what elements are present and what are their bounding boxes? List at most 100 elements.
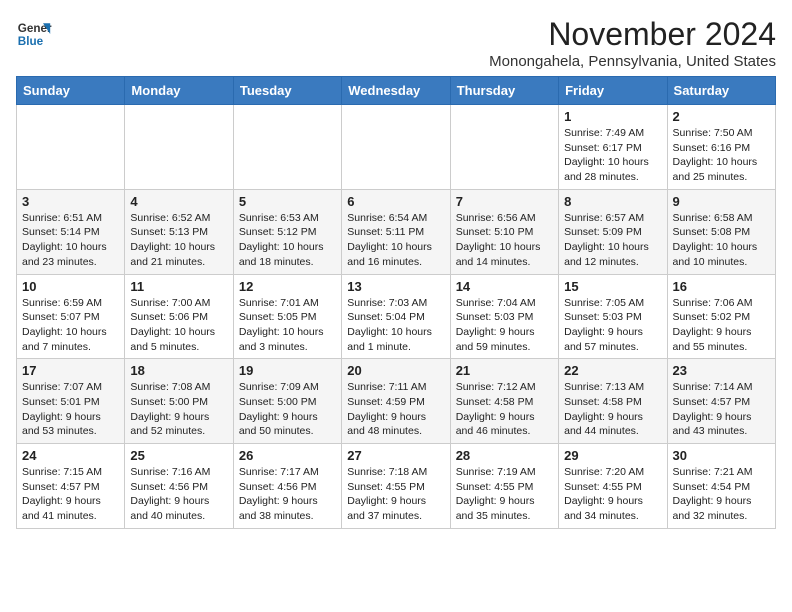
day-number: 21 [456,363,553,378]
day-number: 28 [456,448,553,463]
day-info: Sunrise: 7:12 AM Sunset: 4:58 PM Dayligh… [456,380,553,439]
day-info: Sunrise: 7:16 AM Sunset: 4:56 PM Dayligh… [130,465,227,524]
header-tuesday: Tuesday [233,77,341,105]
day-info: Sunrise: 7:01 AM Sunset: 5:05 PM Dayligh… [239,296,336,355]
calendar-cell: 29 Sunrise: 7:20 AM Sunset: 4:55 PM Dayli… [559,444,667,529]
location-title: Monongahela, Pennsylvania, United States [489,53,776,70]
calendar-cell: 18 Sunrise: 7:08 AM Sunset: 5:00 PM Dayli… [125,359,233,444]
day-info: Sunrise: 6:58 AM Sunset: 5:08 PM Dayligh… [673,211,770,270]
calendar-cell: 7 Sunrise: 6:56 AM Sunset: 5:10 PM Daylig… [450,189,558,274]
calendar-cell: 16 Sunrise: 7:06 AM Sunset: 5:02 PM Dayli… [667,274,775,359]
calendar-cell: 5 Sunrise: 6:53 AM Sunset: 5:12 PM Daylig… [233,189,341,274]
calendar-cell: 21 Sunrise: 7:12 AM Sunset: 4:58 PM Dayli… [450,359,558,444]
month-title: November 2024 [489,16,776,53]
day-number: 12 [239,279,336,294]
day-number: 17 [22,363,119,378]
calendar-table: SundayMondayTuesdayWednesdayThursdayFrid… [16,76,776,529]
day-info: Sunrise: 7:06 AM Sunset: 5:02 PM Dayligh… [673,296,770,355]
day-number: 8 [564,194,661,209]
day-info: Sunrise: 7:04 AM Sunset: 5:03 PM Dayligh… [456,296,553,355]
day-info: Sunrise: 7:08 AM Sunset: 5:00 PM Dayligh… [130,380,227,439]
calendar-week-row: 17 Sunrise: 7:07 AM Sunset: 5:01 PM Dayli… [17,359,776,444]
day-info: Sunrise: 7:20 AM Sunset: 4:55 PM Dayligh… [564,465,661,524]
day-number: 1 [564,109,661,124]
day-number: 30 [673,448,770,463]
day-number: 24 [22,448,119,463]
day-number: 9 [673,194,770,209]
header-sunday: Sunday [17,77,125,105]
day-info: Sunrise: 6:57 AM Sunset: 5:09 PM Dayligh… [564,211,661,270]
day-info: Sunrise: 6:54 AM Sunset: 5:11 PM Dayligh… [347,211,444,270]
calendar-cell: 26 Sunrise: 7:17 AM Sunset: 4:56 PM Dayli… [233,444,341,529]
day-info: Sunrise: 7:05 AM Sunset: 5:03 PM Dayligh… [564,296,661,355]
day-info: Sunrise: 7:14 AM Sunset: 4:57 PM Dayligh… [673,380,770,439]
day-number: 27 [347,448,444,463]
day-info: Sunrise: 7:13 AM Sunset: 4:58 PM Dayligh… [564,380,661,439]
day-info: Sunrise: 7:15 AM Sunset: 4:57 PM Dayligh… [22,465,119,524]
day-info: Sunrise: 6:52 AM Sunset: 5:13 PM Dayligh… [130,211,227,270]
header-monday: Monday [125,77,233,105]
day-info: Sunrise: 6:59 AM Sunset: 5:07 PM Dayligh… [22,296,119,355]
header-friday: Friday [559,77,667,105]
calendar-cell [450,105,558,190]
calendar-cell: 1Sunrise: 7:49 AM Sunset: 6:17 PM Daylig… [559,105,667,190]
day-number: 20 [347,363,444,378]
day-number: 5 [239,194,336,209]
calendar-cell [17,105,125,190]
day-number: 26 [239,448,336,463]
header: General Blue November 2024 Monongahela, … [16,16,776,70]
day-number: 16 [673,279,770,294]
calendar-cell: 23 Sunrise: 7:14 AM Sunset: 4:57 PM Dayli… [667,359,775,444]
day-number: 23 [673,363,770,378]
day-info: Sunrise: 7:03 AM Sunset: 5:04 PM Dayligh… [347,296,444,355]
calendar-cell: 11Sunrise: 7:00 AM Sunset: 5:06 PM Dayli… [125,274,233,359]
day-info: Sunrise: 7:18 AM Sunset: 4:55 PM Dayligh… [347,465,444,524]
calendar-cell: 24 Sunrise: 7:15 AM Sunset: 4:57 PM Dayli… [17,444,125,529]
calendar-cell: 13 Sunrise: 7:03 AM Sunset: 5:04 PM Dayli… [342,274,450,359]
calendar-week-row: 1Sunrise: 7:49 AM Sunset: 6:17 PM Daylig… [17,105,776,190]
day-info: Sunrise: 6:53 AM Sunset: 5:12 PM Dayligh… [239,211,336,270]
day-number: 3 [22,194,119,209]
header-thursday: Thursday [450,77,558,105]
day-number: 10 [22,279,119,294]
calendar-cell: 30 Sunrise: 7:21 AM Sunset: 4:54 PM Dayli… [667,444,775,529]
day-info: Sunrise: 7:21 AM Sunset: 4:54 PM Dayligh… [673,465,770,524]
day-number: 7 [456,194,553,209]
day-info: Sunrise: 6:56 AM Sunset: 5:10 PM Dayligh… [456,211,553,270]
calendar-cell [342,105,450,190]
calendar-cell: 17 Sunrise: 7:07 AM Sunset: 5:01 PM Dayli… [17,359,125,444]
title-block: November 2024 Monongahela, Pennsylvania,… [489,16,776,70]
day-number: 6 [347,194,444,209]
day-info: Sunrise: 7:09 AM Sunset: 5:00 PM Dayligh… [239,380,336,439]
day-number: 15 [564,279,661,294]
header-wednesday: Wednesday [342,77,450,105]
day-number: 29 [564,448,661,463]
svg-text:Blue: Blue [18,35,44,48]
day-info: Sunrise: 7:19 AM Sunset: 4:55 PM Dayligh… [456,465,553,524]
calendar-week-row: 24 Sunrise: 7:15 AM Sunset: 4:57 PM Dayli… [17,444,776,529]
day-number: 18 [130,363,227,378]
day-number: 2 [673,109,770,124]
calendar-cell: 19 Sunrise: 7:09 AM Sunset: 5:00 PM Dayli… [233,359,341,444]
day-number: 22 [564,363,661,378]
logo-icon: General Blue [16,16,52,52]
day-number: 19 [239,363,336,378]
calendar-cell: 25 Sunrise: 7:16 AM Sunset: 4:56 PM Dayli… [125,444,233,529]
calendar-cell: 15 Sunrise: 7:05 AM Sunset: 5:03 PM Dayli… [559,274,667,359]
calendar-week-row: 10 Sunrise: 6:59 AM Sunset: 5:07 PM Dayli… [17,274,776,359]
calendar-cell: 9 Sunrise: 6:58 AM Sunset: 5:08 PM Daylig… [667,189,775,274]
calendar-cell: 6 Sunrise: 6:54 AM Sunset: 5:11 PM Daylig… [342,189,450,274]
day-number: 4 [130,194,227,209]
calendar-cell: 10 Sunrise: 6:59 AM Sunset: 5:07 PM Dayli… [17,274,125,359]
day-info: Sunrise: 7:11 AM Sunset: 4:59 PM Dayligh… [347,380,444,439]
calendar-cell: 8 Sunrise: 6:57 AM Sunset: 5:09 PM Daylig… [559,189,667,274]
calendar-cell: 12 Sunrise: 7:01 AM Sunset: 5:05 PM Dayli… [233,274,341,359]
day-number: 13 [347,279,444,294]
calendar-cell: 28 Sunrise: 7:19 AM Sunset: 4:55 PM Dayli… [450,444,558,529]
calendar-cell: 14Sunrise: 7:04 AM Sunset: 5:03 PM Dayli… [450,274,558,359]
day-info: Sunrise: 7:07 AM Sunset: 5:01 PM Dayligh… [22,380,119,439]
day-info: Sunrise: 6:51 AM Sunset: 5:14 PM Dayligh… [22,211,119,270]
day-number: 25 [130,448,227,463]
day-info: Sunrise: 7:00 AM Sunset: 5:06 PM Dayligh… [130,296,227,355]
day-info: Sunrise: 7:17 AM Sunset: 4:56 PM Dayligh… [239,465,336,524]
